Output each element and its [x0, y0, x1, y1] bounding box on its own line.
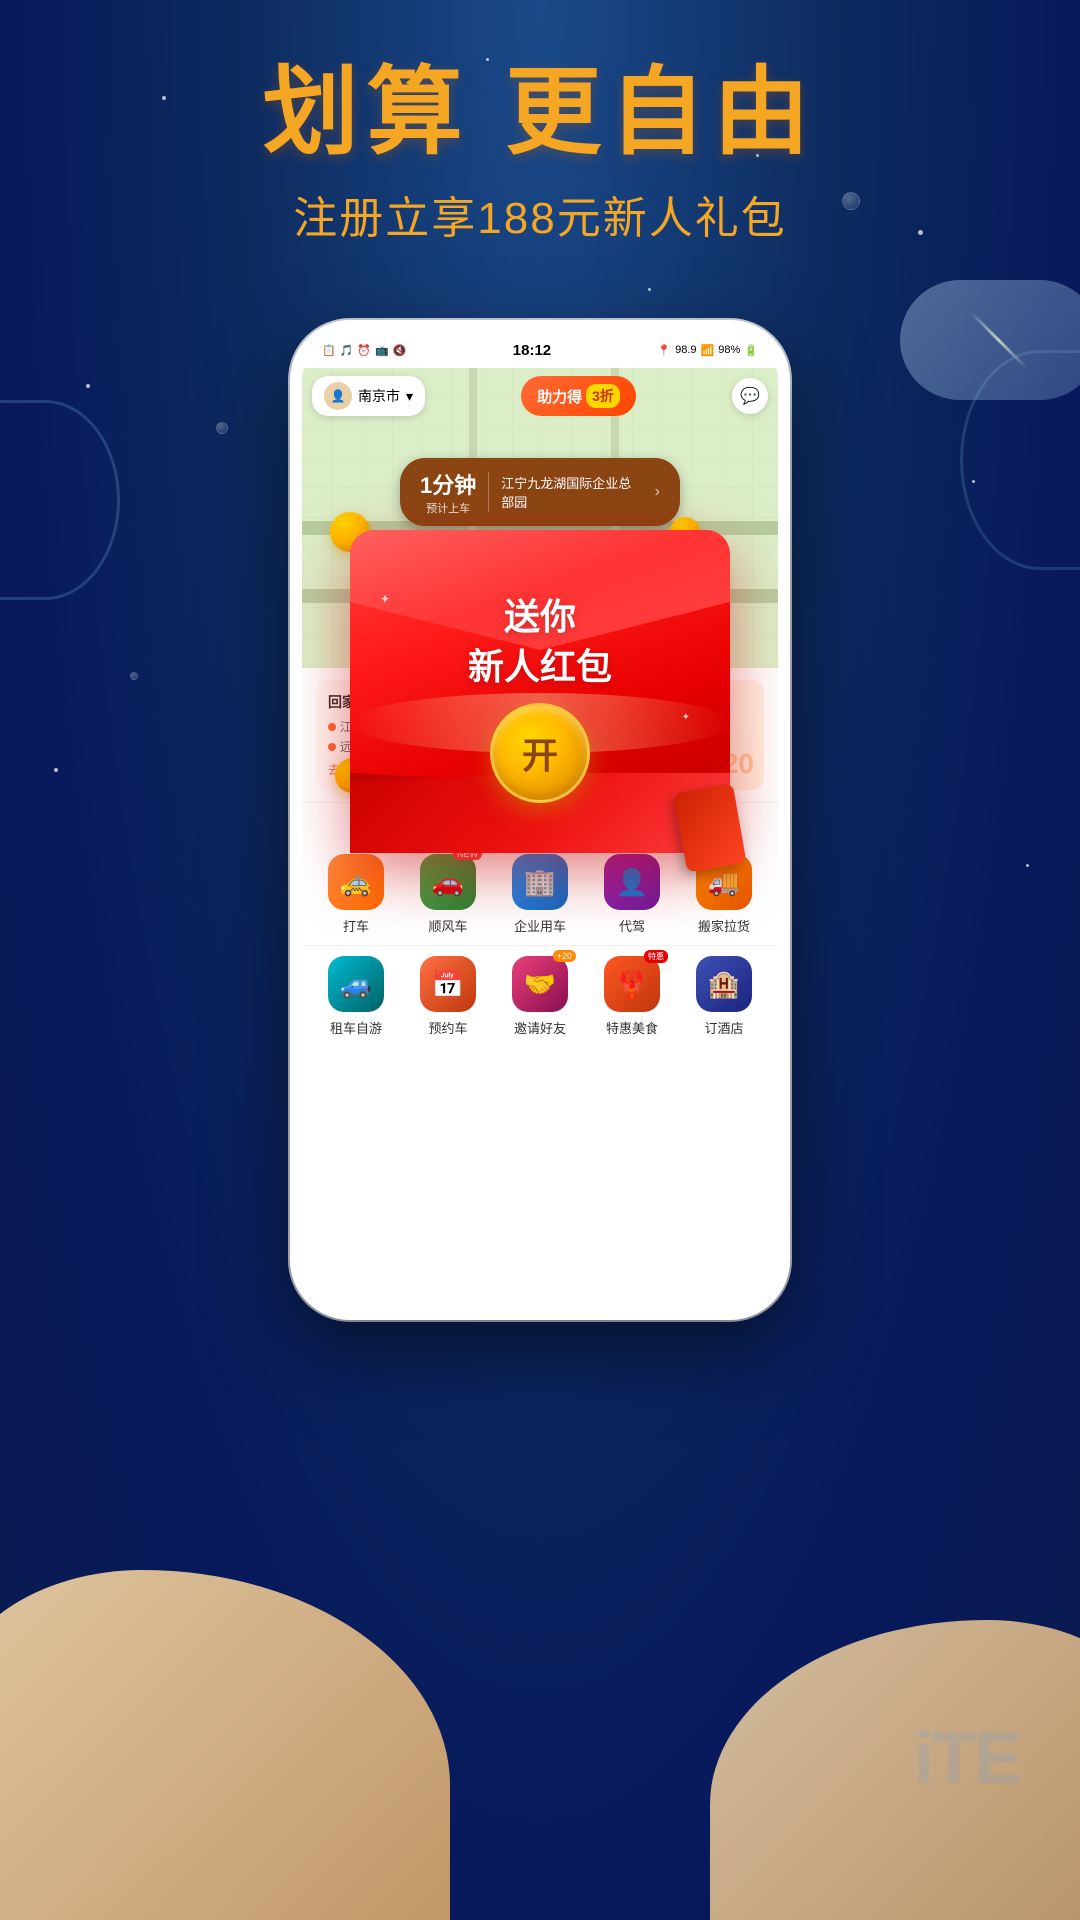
eta-destination: 江宁九龙湖国际企业总部园 — [501, 473, 642, 511]
eta-divider — [488, 472, 489, 512]
hotel-icon: 🏨 — [696, 956, 752, 1012]
alarm-icon: ⏰ — [357, 344, 371, 357]
service-enterprise[interactable]: 🏢 企业用车 — [500, 854, 580, 935]
services-row-2: 🚙 租车自游 📅 预约车 🤝 +20 邀请好友 — [302, 946, 778, 1047]
red-envelope-card: 送你 新人红包 ✦ ✦ 开 — [350, 532, 730, 853]
service-hotel[interactable]: 🏨 订酒店 — [684, 956, 764, 1037]
invite-label: 邀请好友 — [514, 1018, 566, 1037]
invite-icon: 🤝 +20 — [512, 956, 568, 1012]
service-driver[interactable]: 👤 代驾 — [592, 854, 672, 935]
carpool-icon: 🚗 NEW — [420, 854, 476, 910]
service-rental[interactable]: 🚙 租车自游 — [316, 956, 396, 1037]
message-button[interactable]: 💬 — [732, 378, 768, 414]
eta-time-block: 1分钟 预计上车 — [420, 468, 476, 516]
cloud-right — [710, 1620, 1080, 1920]
promo-tag[interactable]: 助力得 3折 — [521, 376, 636, 416]
service-reserve[interactable]: 📅 预约车 — [408, 956, 488, 1037]
location-icon: 📍 — [657, 344, 671, 357]
cloud-left — [0, 1570, 450, 1920]
screen-icon: 📺 — [375, 344, 389, 357]
food-badge: 特惠 — [644, 950, 668, 963]
open-envelope-button[interactable]: 开 — [490, 703, 590, 803]
brand-text: iTE — [914, 1718, 1020, 1800]
music-icon: 🎵 — [340, 344, 354, 357]
food-icon: 🦞 特惠 — [604, 956, 660, 1012]
promo-discount: 3折 — [586, 384, 620, 408]
hero-section: 划算 更自由 注册立享188元新人礼包 — [0, 60, 1080, 246]
eta-card: 1分钟 预计上车 江宁九龙湖国际企业总部园 › — [400, 458, 680, 526]
wifi-icon: 📶 — [701, 344, 715, 357]
city-name: 南京市 — [358, 386, 400, 406]
driver-label: 代驾 — [619, 916, 645, 935]
mute-icon: 🔇 — [393, 344, 407, 357]
moving-label: 搬家拉货 — [698, 916, 750, 935]
status-right: 📍 98.9 📶 98% 🔋 — [657, 344, 758, 357]
headline-text: 划算 更自由 — [0, 60, 1080, 166]
battery-icon: 🔋 — [744, 344, 758, 357]
city-dropdown-icon: ▾ — [406, 388, 413, 405]
dest-dot-1 — [328, 723, 336, 731]
invite-badge: +20 — [553, 950, 576, 962]
envelope-line1: 送你 — [468, 592, 612, 642]
taxi-icon: 🚕 — [328, 854, 384, 910]
clouds-top-decoration — [900, 280, 1080, 400]
eta-arrow-icon: › — [655, 483, 660, 501]
reserve-label: 预约车 — [428, 1018, 467, 1037]
subtitle-text: 注册立享188元新人礼包 — [0, 182, 1080, 246]
dest-dot-2 — [328, 743, 336, 751]
phone-frame: 📋 🎵 ⏰ 📺 🔇 18:12 📍 98.9 📶 98% 🔋 — [290, 320, 790, 1320]
status-bar: 📋 🎵 ⏰ 📺 🔇 18:12 📍 98.9 📶 98% 🔋 — [302, 332, 778, 368]
notification-icon: 📋 — [322, 344, 336, 357]
env-star-1: ✦ — [380, 592, 390, 606]
phone-mockup: 📋 🎵 ⏰ 📺 🔇 18:12 📍 98.9 📶 98% 🔋 — [290, 320, 790, 1320]
rental-label: 租车自游 — [330, 1018, 382, 1037]
status-left-icons: 📋 🎵 ⏰ 📺 🔇 — [322, 344, 407, 357]
carpool-label: 顺风车 — [428, 916, 467, 935]
food-label: 特惠美食 — [606, 1018, 658, 1037]
location-tag[interactable]: 👤 南京市 ▾ — [312, 376, 425, 416]
phone-screen: 📋 🎵 ⏰ 📺 🔇 18:12 📍 98.9 📶 98% 🔋 — [302, 332, 778, 1308]
service-invite[interactable]: 🤝 +20 邀请好友 — [500, 956, 580, 1037]
enterprise-icon: 🏢 — [512, 854, 568, 910]
map-header: 👤 南京市 ▾ 助力得 3折 💬 — [312, 376, 768, 416]
user-avatar: 👤 — [324, 382, 352, 410]
eta-minutes: 1分钟 — [420, 468, 476, 500]
signal-strength: 98.9 — [675, 344, 696, 356]
status-time: 18:12 — [513, 342, 551, 359]
envelope-line2: 新人红包 — [468, 642, 612, 692]
red-envelope-overlay: 送你 新人红包 ✦ ✦ 开 — [350, 532, 730, 853]
enterprise-label: 企业用车 — [514, 916, 566, 935]
envelope-text: 送你 新人红包 — [468, 592, 612, 693]
service-taxi[interactable]: 🚕 打车 — [316, 854, 396, 935]
promo-label: 助力得 — [537, 386, 582, 407]
service-carpool[interactable]: 🚗 NEW 顺风车 — [408, 854, 488, 935]
battery-level: 98% — [718, 344, 740, 356]
eta-subtitle: 预计上车 — [426, 503, 470, 515]
taxi-label: 打车 — [343, 916, 369, 935]
driver-icon: 👤 — [604, 854, 660, 910]
service-food[interactable]: 🦞 特惠 特惠美食 — [592, 956, 672, 1037]
hotel-label: 订酒店 — [704, 1018, 743, 1037]
rental-icon: 🚙 — [328, 956, 384, 1012]
reserve-icon: 📅 — [420, 956, 476, 1012]
